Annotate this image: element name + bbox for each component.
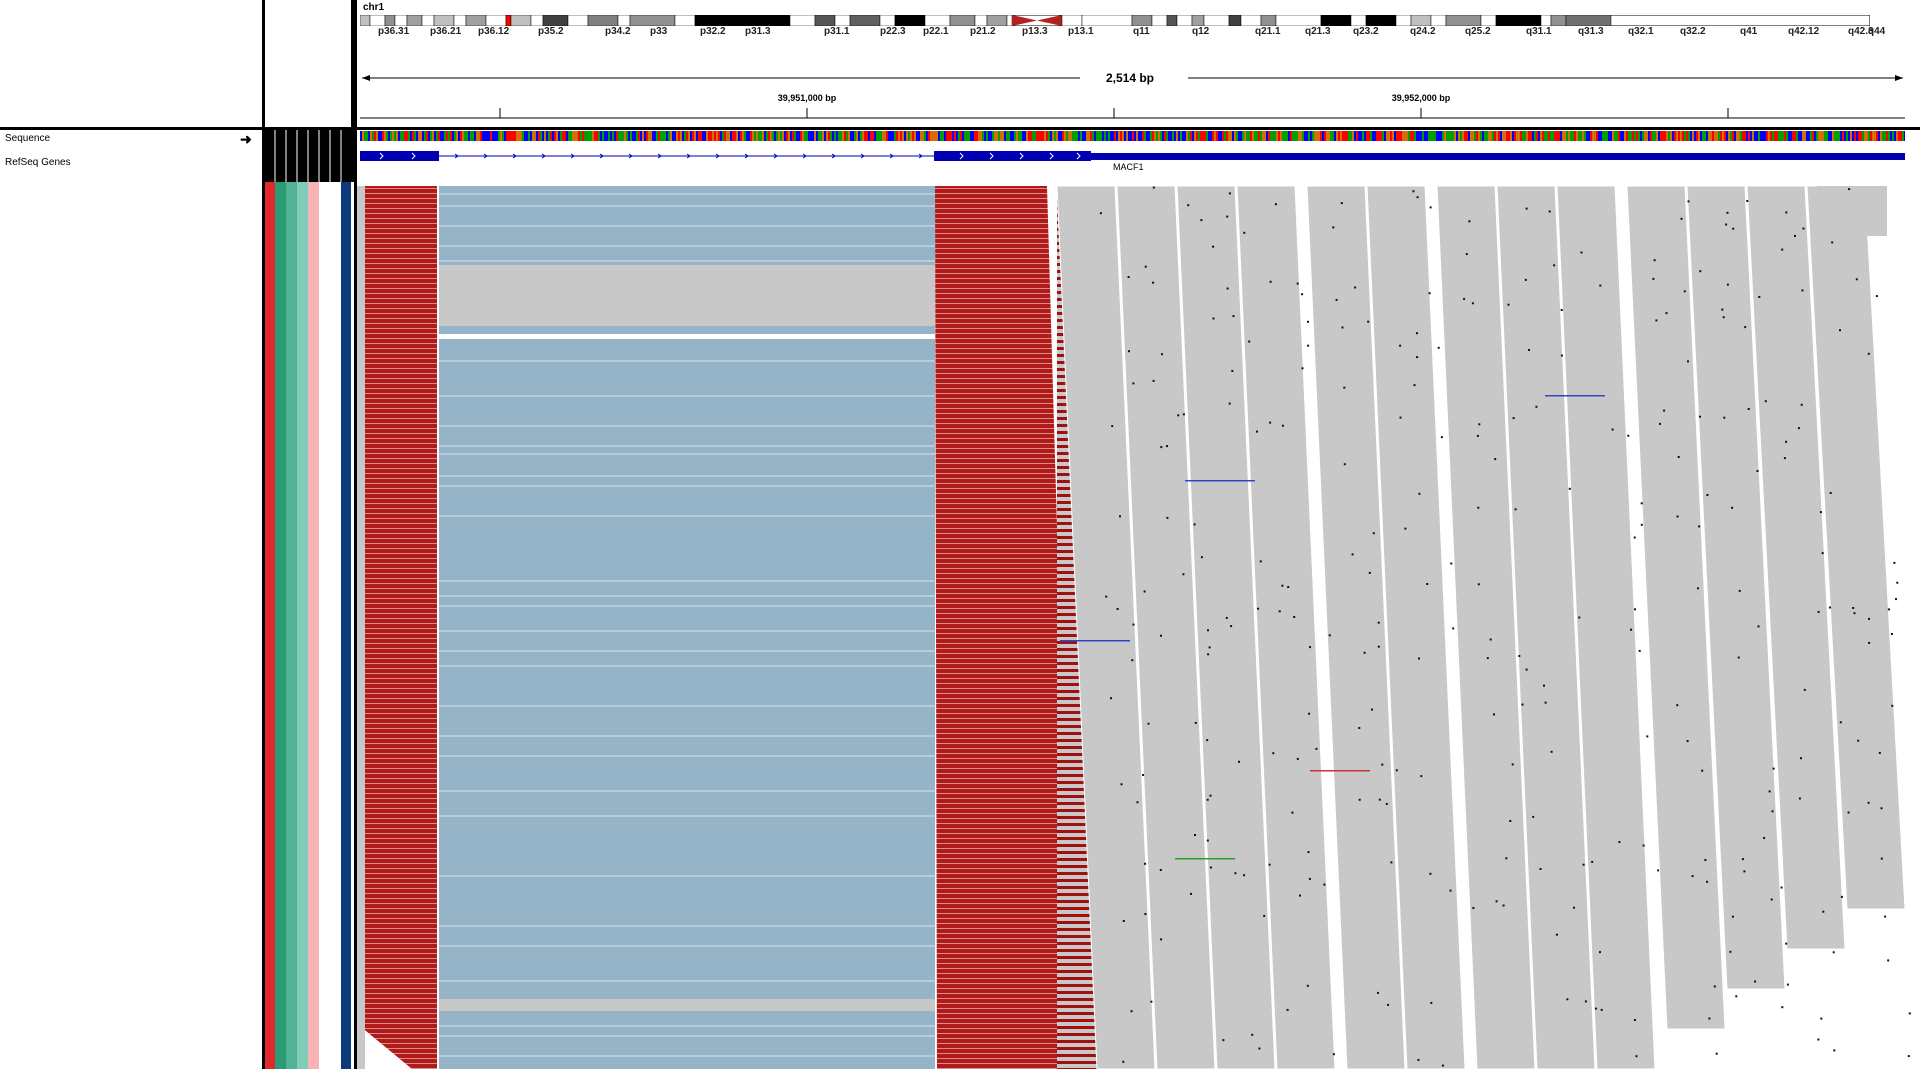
ruler-tick-label: 39,952,000 bp — [1391, 93, 1451, 103]
band-label: q12 — [1192, 26, 1210, 37]
band-label: q23.2 — [1353, 26, 1379, 37]
band-label: p22.3 — [880, 26, 906, 37]
band-label: p36.21 — [430, 26, 462, 37]
band-label: q44 — [1868, 26, 1886, 37]
band-label: p32.2 — [700, 26, 726, 37]
alignment-track[interactable] — [357, 186, 1920, 1069]
sequence-track[interactable] — [360, 131, 1905, 141]
chromosome-ideogram[interactable] — [360, 15, 1870, 26]
band-label: p13.3 — [1022, 26, 1048, 37]
band-label: p13.1 — [1068, 26, 1094, 37]
band-label: q32.2 — [1680, 26, 1706, 37]
sequence-track-name[interactable]: Sequence — [5, 133, 50, 144]
band-label: p35.2 — [538, 26, 564, 37]
band-label: p34.2 — [605, 26, 631, 37]
band-label: q21.3 — [1305, 26, 1331, 37]
span-label: 2,514 bp — [1105, 71, 1155, 85]
band-label: q41 — [1740, 26, 1758, 37]
gene-name-label[interactable]: MACF1 — [1113, 162, 1144, 172]
genes-track-name[interactable]: RefSeq Genes — [5, 157, 71, 168]
band-label: p33 — [650, 26, 668, 37]
ruler-tick-label: 39,951,000 bp — [777, 93, 837, 103]
band-label: p36.31 — [378, 26, 410, 37]
band-label: q11 — [1133, 26, 1150, 37]
band-label: q21.1 — [1255, 26, 1281, 37]
attribute-columns[interactable] — [265, 130, 354, 1069]
band-label: q42.12 — [1788, 26, 1820, 37]
band-labels: p36.31 p36.21 p36.12 p35.2 p34.2 p33 p32.2 p31.… — [360, 26, 1885, 38]
chromosome-label[interactable]: chr1 — [363, 2, 384, 13]
band-label: p36.12 — [478, 26, 510, 37]
band-label: p31.1 — [824, 26, 850, 37]
band-label: q25.2 — [1465, 26, 1491, 37]
band-label: p21.2 — [970, 26, 996, 37]
gene-track[interactable] — [360, 150, 1905, 162]
name-panel-header — [0, 0, 262, 127]
band-label: q31.3 — [1578, 26, 1604, 37]
strand-arrow-icon[interactable]: ➜ — [240, 131, 252, 148]
band-label: q32.1 — [1628, 26, 1654, 37]
band-label: p31.3 — [745, 26, 771, 37]
band-label: q31.1 — [1526, 26, 1552, 37]
attribute-panel-header — [262, 0, 354, 127]
band-label: p22.1 — [923, 26, 949, 37]
band-label: q24.2 — [1410, 26, 1436, 37]
